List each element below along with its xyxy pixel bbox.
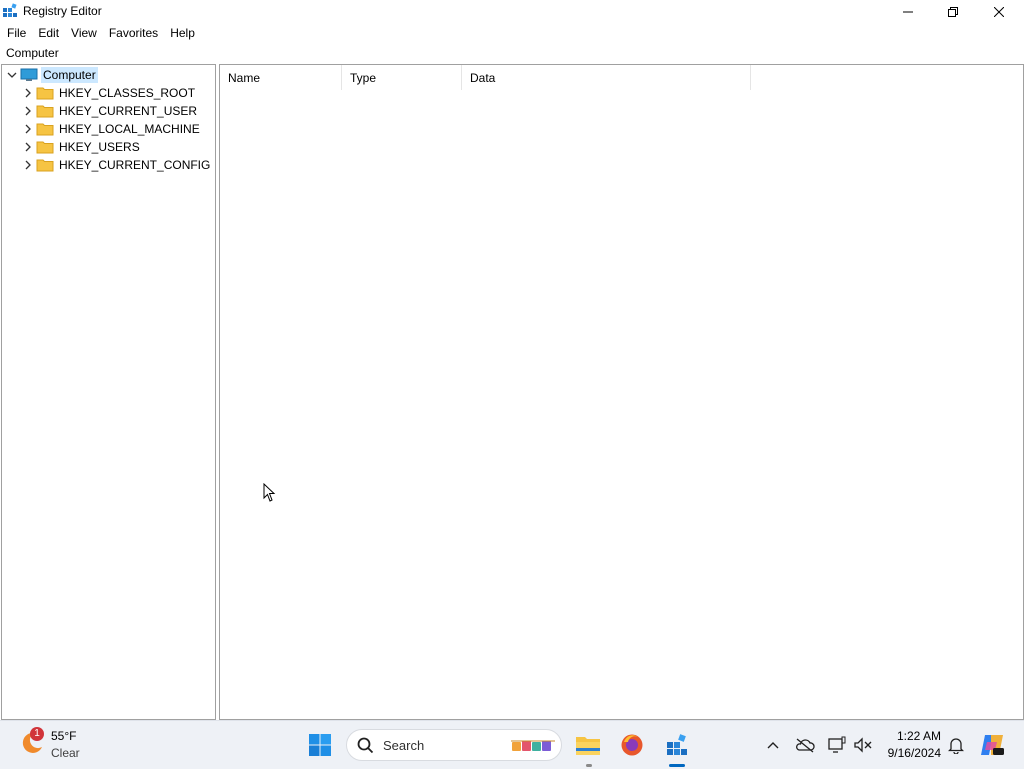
- window-title: Registry Editor: [23, 4, 102, 18]
- chevron-right-icon[interactable]: [21, 156, 35, 174]
- tree-label[interactable]: HKEY_USERS: [57, 139, 142, 155]
- tree-label[interactable]: HKEY_CURRENT_USER: [57, 103, 199, 119]
- tree-label[interactable]: HKEY_CURRENT_CONFIG: [57, 157, 212, 173]
- menu-bar: File Edit View Favorites Help: [0, 23, 1024, 43]
- chevron-down-icon[interactable]: [5, 66, 19, 84]
- folder-icon: [36, 140, 54, 154]
- speaker-icon[interactable]: [852, 734, 874, 756]
- chevron-right-icon[interactable]: [21, 102, 35, 120]
- menu-view[interactable]: View: [65, 23, 103, 43]
- address-path[interactable]: Computer: [6, 46, 59, 60]
- column-header-data[interactable]: Data: [462, 65, 751, 90]
- search-highlight-icon: [511, 738, 557, 757]
- network-icon[interactable]: [826, 734, 848, 756]
- weather-condition[interactable]: Clear: [51, 746, 80, 760]
- clock-date[interactable]: 9/16/2024: [888, 746, 941, 760]
- chevron-right-icon[interactable]: [21, 84, 35, 102]
- firefox-icon[interactable]: [616, 729, 648, 761]
- value-list[interactable]: Name Type Data: [219, 64, 1024, 720]
- tree-item-hkey-local-machine[interactable]: HKEY_LOCAL_MACHINE: [21, 120, 202, 138]
- onedrive-icon[interactable]: [794, 734, 816, 756]
- tree-label[interactable]: HKEY_CLASSES_ROOT: [57, 85, 197, 101]
- chevron-right-icon[interactable]: [21, 138, 35, 156]
- close-icon: [994, 6, 1004, 17]
- tree-label-computer[interactable]: Computer: [41, 67, 98, 83]
- menu-help[interactable]: Help: [164, 23, 201, 43]
- menu-file[interactable]: File: [0, 23, 32, 43]
- file-explorer-running-indicator: [586, 764, 592, 767]
- clock-time[interactable]: 1:22 AM: [897, 729, 941, 743]
- tree-item-hkey-users[interactable]: HKEY_USERS: [21, 138, 142, 156]
- key-tree[interactable]: Computer HKEY_CLASSES_ROOT HKEY_CURRENT_…: [1, 64, 216, 720]
- column-header-name[interactable]: Name: [220, 65, 342, 90]
- taskbar: 1 55°F Clear Search 1:22 AM 9/16/2024: [0, 720, 1024, 769]
- close-button[interactable]: [976, 0, 1022, 23]
- tree-label[interactable]: HKEY_LOCAL_MACHINE: [57, 121, 202, 137]
- bell-icon[interactable]: [945, 734, 967, 756]
- chevron-up-icon[interactable]: [762, 734, 784, 756]
- menu-favorites[interactable]: Favorites: [103, 23, 164, 43]
- start-icon[interactable]: [304, 729, 336, 761]
- tree-item-hkey-current-user[interactable]: HKEY_CURRENT_USER: [21, 102, 199, 120]
- chevron-right-icon[interactable]: [21, 120, 35, 138]
- restore-icon: [948, 6, 958, 17]
- minimize-icon: [903, 7, 913, 17]
- minimize-button[interactable]: [885, 0, 931, 23]
- search-box[interactable]: Search: [346, 729, 562, 761]
- folder-icon: [36, 122, 54, 136]
- address-bar[interactable]: Computer: [0, 44, 1024, 63]
- search-placeholder[interactable]: Search: [383, 738, 424, 753]
- folder-icon: [36, 158, 54, 172]
- tree-item-hkey-classes-root[interactable]: HKEY_CLASSES_ROOT: [21, 84, 197, 102]
- computer-icon: [20, 68, 38, 82]
- search-icon: [357, 737, 374, 757]
- registry-editor-icon[interactable]: [661, 729, 693, 761]
- weather-temperature[interactable]: 55°F: [51, 729, 76, 743]
- restore-button[interactable]: [930, 0, 976, 23]
- copilot-icon[interactable]: [976, 729, 1008, 761]
- registry-editor-icon: [2, 3, 18, 19]
- registry-editor-active-indicator: [669, 764, 685, 767]
- title-bar: Registry Editor: [0, 0, 1024, 23]
- folder-icon: [36, 86, 54, 100]
- folder-icon: [36, 104, 54, 118]
- file-explorer-icon[interactable]: [572, 729, 604, 761]
- mouse-cursor-icon: [263, 482, 277, 506]
- tree-item-hkey-current-config[interactable]: HKEY_CURRENT_CONFIG: [21, 156, 212, 174]
- menu-edit[interactable]: Edit: [32, 23, 65, 43]
- column-header-type[interactable]: Type: [342, 65, 462, 90]
- tree-item-computer[interactable]: Computer: [5, 66, 98, 84]
- weather-badge: 1: [30, 727, 44, 741]
